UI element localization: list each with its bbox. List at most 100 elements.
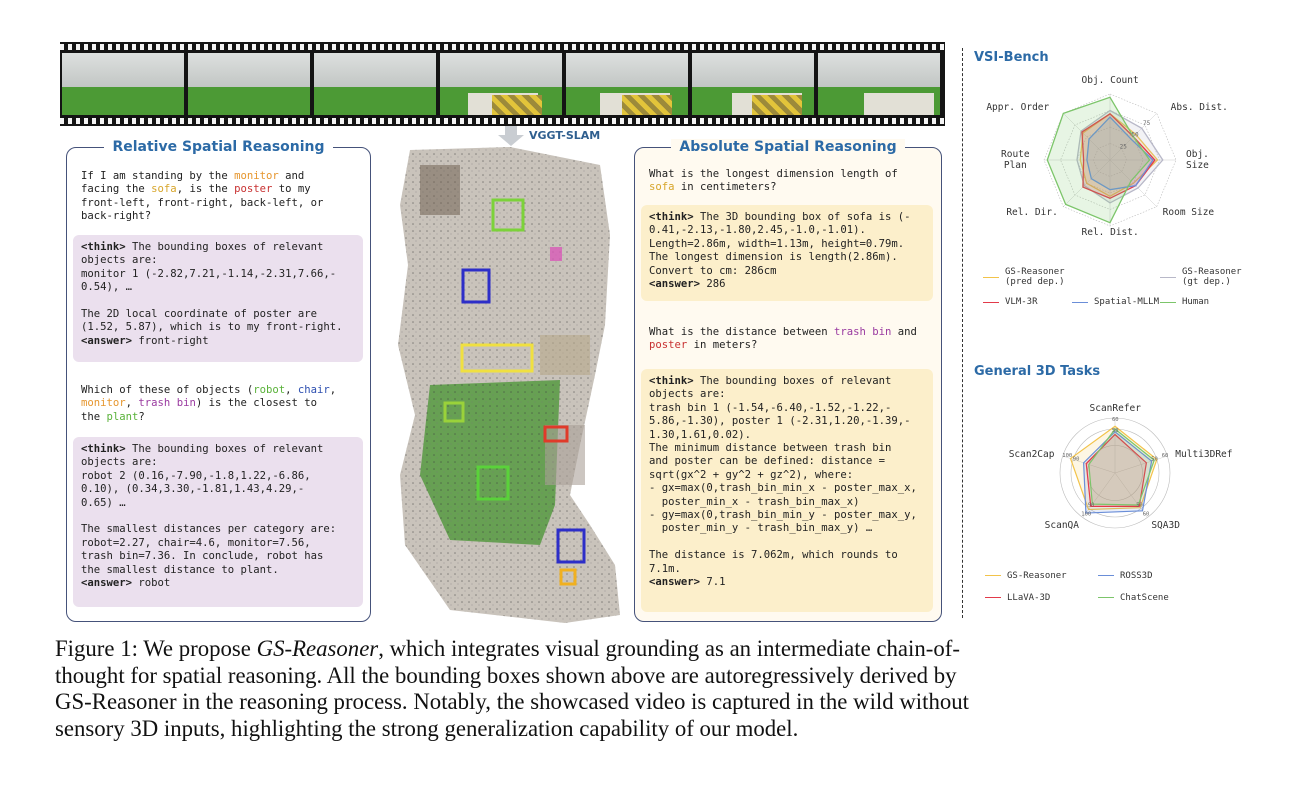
legend-label: Spatial-MLLM [1094,297,1160,307]
legend-label: ROSS3D [1120,571,1153,581]
text-segment: robot=2.27, chair=4.6, monitor=7.56, [81,536,311,549]
axis-label: Obj. Count [1081,74,1139,86]
text-segment: The bounding boxes of relevant [125,443,324,455]
axis-label: Obj. Size [1186,149,1209,171]
text-segment: The smallest distances per category are: [81,523,337,536]
caption-line: thought for spatial reasoning. All the b… [55,663,1250,690]
question-1: If I am standing by the monitor and faci… [73,166,363,230]
text-segment: objects are: [81,254,158,267]
text-segment: objects are: [649,388,726,401]
reasoning-answer-1: <think> The 3D bounding box of sofa is (… [641,205,933,301]
legend-label: GS-Reasoner (pred dep.) [1005,267,1065,287]
axis-label: Scan2Cap [1008,448,1055,460]
radar-tick-label: 75 [1143,120,1151,127]
reasoning-text: <think> The 3D bounding box of sofa is (… [649,211,925,291]
tag-text: <think> [649,375,694,387]
legend-entry: LLaVA-3D [985,593,1050,603]
axis-label: Rel. Dist. [1081,226,1139,238]
down-arrow-icon [498,126,524,146]
text-segment: 286 [700,278,726,291]
video-frame [692,53,814,115]
text-segment: What is the distance between [649,326,834,338]
caption-text: thought for spatial reasoning. All the b… [55,662,957,688]
reasoning-text: <think> The bounding boxes of relevant o… [649,375,925,590]
text-segment: The 2D local coordinate of poster are [81,308,317,321]
highlighted-object: sofa [649,181,675,194]
panel-title: Absolute Spatial Reasoning [671,139,905,155]
video-frame [188,53,310,115]
reasoning-answer-2: <think> The bounding boxes of relevant o… [641,369,933,612]
caption-text: sensory 3D inputs, highlighting the stro… [55,715,799,741]
tag-text: <think> [649,211,694,223]
radar-tick-label: 60 [1112,417,1119,423]
highlighted-object: robot [253,384,286,396]
text-segment: , is the [176,183,235,196]
text-segment: back-right? [81,210,152,223]
highlighted-object: trash bin [833,326,892,338]
text-segment: ) is the closest to [195,397,318,410]
legend-label: Human [1182,297,1210,307]
radar-tick-label: 50 [1136,502,1143,508]
film-perforations-bottom [60,118,945,124]
text-segment: and poster can be defined: distance = [649,455,885,468]
caption-text: , which integrates visual grounding as a… [378,636,960,661]
panel-title: Relative Spatial Reasoning [104,139,333,155]
general-3d-tasks-title: General 3D Tasks [974,364,1101,379]
tag-text: <answer> [81,577,133,590]
text-segment: monitor 1 (-2.82,7.21,-1.14,-2.31,7.66,- [81,267,337,280]
text-segment: Which of these of objects ( [81,384,254,396]
legend-entry: GS-Reasoner (gt dep.) [1160,267,1242,287]
axis-label: ScanRefer [1089,402,1141,414]
radar-tick-label: 25 [1120,143,1128,150]
text-segment: If I am standing by the [81,170,235,182]
tag-text: <answer> [649,278,701,291]
axis-label: Multi3DRef [1175,448,1233,460]
axis-label: SQA3D [1151,519,1180,531]
reasoning-answer-1: <think> The bounding boxes of relevant o… [73,235,363,362]
axis-label: ScanQA [1044,519,1079,531]
legend-label: VLM-3R [1005,297,1038,307]
relative-spatial-reasoning-panel: Relative Spatial Reasoning If I am stand… [66,139,371,622]
question-2: Which of these of objects (robot, chair,… [73,380,363,432]
absolute-spatial-reasoning-panel: Absolute Spatial Reasoning What is the l… [634,139,942,622]
text-segment: The minimum distance between trash bin [649,442,892,455]
axis-label: Room Size [1162,207,1215,219]
text-segment: and [278,170,305,182]
text-segment: poster_min_y - trash_bin_max_y) … [649,522,873,535]
tag-text: <think> [81,241,126,253]
tag-text: <answer> [81,334,133,347]
text-segment: front-right [132,334,209,347]
general-3d-radar-chart: 60 60 60 100 100 50 50 50 90 90 [1059,417,1171,529]
vertical-divider [962,48,963,618]
text-segment: the [81,410,107,423]
text-segment: - gx=max(0,trash_bin_min_x - poster_max_… [649,482,917,495]
video-frame [818,53,940,115]
caption-line: sensory 3D inputs, highlighting the stro… [55,716,1250,743]
question-1: What is the longest dimension length of … [641,164,933,200]
text-segment: , [285,384,298,396]
question-text: What is the distance between trash bin a… [649,326,925,353]
reasoning-text: <think> The bounding boxes of relevant o… [81,443,355,590]
text-segment: trash bin 1 (-1.54,-6.40,-1.52,-1.22,- [649,401,892,414]
question-text: What is the longest dimension length of … [649,168,925,195]
vggt-slam-label: VGGT-SLAM [529,129,601,142]
radar-tick-label: 100 [1062,453,1072,459]
text-segment: in centimeters? [674,181,777,194]
question-text: Which of these of objects (robot, chair,… [81,384,355,424]
text-segment: 0.41,-2.13,-1.80,2.45,-1.0,-1.01). [649,224,866,237]
legend-entry: GS-Reasoner (pred dep.) [983,267,1065,287]
text-segment: objects are: [81,456,158,469]
text-segment: , [125,397,139,410]
text-segment: 7.1m. [649,562,681,575]
text-segment: ? [138,410,145,423]
video-frame [314,53,436,115]
highlighted-object: poster [234,183,273,196]
text-segment: 1.30,1.61,0.02). [649,428,752,441]
caption-text: Figure 1: We propose [55,636,257,661]
question-text: If I am standing by the monitor and faci… [81,170,355,224]
axis-label: Appr. Order [986,101,1050,113]
radar-tick-label: 90 [1088,502,1095,508]
radar-tick-label: 50 [1151,456,1158,462]
text-segment: The distance is 7.062m, which rounds to [649,549,898,562]
caption-line: GS-Reasoner in the reasoning process. No… [55,689,1250,716]
